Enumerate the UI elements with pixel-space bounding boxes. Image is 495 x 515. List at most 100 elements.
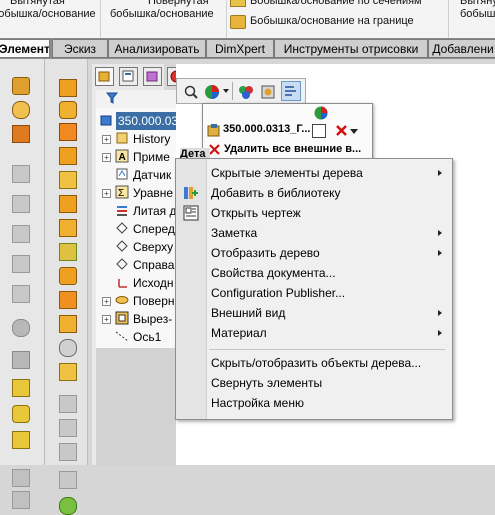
ribbon-loft-label[interactable]: Бобышка/основание по сечениям <box>250 0 422 8</box>
library-add-icon <box>184 187 198 199</box>
menu-item-customize-menu[interactable]: Настройка меню <box>211 393 304 413</box>
ribbon-extrude-line2[interactable]: бобышка/основание <box>0 8 96 21</box>
menu-item-appearance[interactable]: Внешний вид <box>211 303 285 323</box>
ribbon-extrude2-line1[interactable]: Вытянута <box>460 0 495 8</box>
revolve-icon[interactable] <box>12 101 30 119</box>
tab-addins[interactable]: Добавлени <box>428 39 495 58</box>
expand-icon[interactable]: + <box>102 297 111 306</box>
submenu-arrow-icon <box>438 170 442 176</box>
cut-sweep-icon[interactable] <box>12 225 30 243</box>
mirror-icon[interactable] <box>12 491 30 509</box>
tree-item-label: Сперед <box>133 222 175 236</box>
submenu-arrow-icon <box>438 330 442 336</box>
cut-revolve-icon[interactable] <box>12 195 30 213</box>
combine-icon[interactable] <box>59 395 77 413</box>
decals-icon[interactable] <box>259 83 277 101</box>
menu-item-material[interactable]: Материал <box>211 323 267 343</box>
loft-icon[interactable] <box>59 101 77 119</box>
scene-icon[interactable] <box>237 83 255 101</box>
delete-icon[interactable] <box>334 123 349 138</box>
svg-text:A: A <box>119 152 126 163</box>
loft-icon[interactable] <box>230 0 246 7</box>
pattern-icon[interactable] <box>12 469 30 487</box>
curves-icon[interactable] <box>59 471 77 489</box>
expand-icon[interactable]: + <box>102 189 111 198</box>
tree-item-label: History <box>133 132 171 146</box>
menu-item-tree-display[interactable]: Отобразить дерево <box>211 243 320 263</box>
menu-item-collapse-items[interactable]: Свернуть элементы <box>211 373 322 393</box>
tree-item-label: Датчик <box>133 168 172 182</box>
tab-sketch-ink[interactable]: Инструменты отрисовки <box>274 39 428 58</box>
tab-evaluate[interactable]: Анализировать <box>108 39 206 58</box>
featuremanager-tab[interactable] <box>95 67 114 86</box>
submenu-arrow-icon <box>438 230 442 236</box>
intersect-icon[interactable] <box>59 419 77 437</box>
freeform-icon[interactable] <box>59 363 77 381</box>
expand-icon[interactable]: + <box>102 153 111 162</box>
sweep-icon[interactable] <box>12 125 30 143</box>
tree-item-label: Ось1 <box>133 330 162 344</box>
cut-icon[interactable] <box>12 165 30 183</box>
hole-icon[interactable] <box>59 123 77 141</box>
ribbon-extrude2-line2[interactable]: бобышка <box>460 8 495 21</box>
part-name[interactable]: 350.000.0313_Г... <box>223 123 310 135</box>
expand-icon[interactable]: + <box>102 315 111 324</box>
drawing-icon <box>183 205 199 221</box>
filter-icon[interactable] <box>106 92 118 104</box>
extrude-icon[interactable] <box>12 77 30 95</box>
annotations-icon: A <box>115 149 129 163</box>
split-icon[interactable] <box>59 291 77 309</box>
boss-icon[interactable] <box>59 79 77 97</box>
ref-geometry-icon[interactable] <box>59 497 77 515</box>
appearance-icon[interactable] <box>203 83 221 101</box>
left-toolbar-secondary <box>45 59 88 515</box>
move-face-icon[interactable] <box>59 267 77 285</box>
tangent-edges-toggle[interactable] <box>281 81 301 101</box>
tab-sketch[interactable]: Эскиз <box>52 39 108 58</box>
submenu-arrow-icon <box>438 250 442 256</box>
indent-icon[interactable] <box>59 315 77 333</box>
ribbon-extrude-line1[interactable]: Вытянутая <box>10 0 65 8</box>
draft-icon[interactable] <box>12 431 30 449</box>
delete-body-icon[interactable] <box>59 339 77 357</box>
wrap-icon[interactable] <box>59 195 77 213</box>
expand-icon[interactable]: + <box>102 135 111 144</box>
search-icon[interactable] <box>183 84 199 100</box>
menu-item-add-to-library[interactable]: Добавить в библиотеку <box>211 183 341 203</box>
boundary-boss-icon[interactable] <box>230 15 246 29</box>
appearance-icon[interactable] <box>313 105 329 121</box>
revolve-feature-icon <box>115 296 129 304</box>
ribbon-revolve-line2[interactable]: бобышка/основание <box>110 8 214 21</box>
thicken-icon[interactable] <box>59 219 77 237</box>
menu-item-hide-show-tree-items[interactable]: Скрыть/отобразить объекты дерева... <box>211 353 421 373</box>
menu-item-hidden-tree-items[interactable]: Скрытые элементы дерева <box>211 163 363 183</box>
chamfer-icon[interactable] <box>12 351 30 369</box>
propertymanager-tab[interactable] <box>119 67 138 86</box>
tab-dimxpert[interactable]: DimXpert <box>206 39 274 58</box>
menu-item-open-drawing[interactable]: Открыть чертеж <box>211 203 301 223</box>
cut-boundary-icon[interactable] <box>12 285 30 303</box>
history-icon <box>116 132 128 144</box>
ribbon-revolve-line1[interactable]: Повернутая <box>148 0 209 8</box>
fillet-icon[interactable] <box>12 319 30 337</box>
menu-item-document-properties[interactable]: Свойства документа... <box>211 263 336 283</box>
chevron-down-icon[interactable] <box>350 129 358 134</box>
rib-icon[interactable] <box>12 379 30 397</box>
flex-icon[interactable] <box>59 171 77 189</box>
chevron-down-icon[interactable] <box>223 89 229 93</box>
scale-icon[interactable] <box>59 443 77 461</box>
cut-loft-icon[interactable] <box>12 255 30 273</box>
tree-item-label: Уравне <box>133 186 174 200</box>
dome-icon[interactable] <box>59 147 77 165</box>
color-swatch[interactable] <box>312 124 326 138</box>
menu-item-note[interactable]: Заметка <box>211 223 257 243</box>
ribbon-boundary-label[interactable]: Бобышка/основание на границе <box>250 15 414 28</box>
menu-item-configuration-publisher[interactable]: Configuration Publisher... <box>211 283 345 303</box>
configurationmanager-tab[interactable] <box>143 67 162 86</box>
shell-icon[interactable] <box>12 405 30 423</box>
delete-external-refs[interactable]: Удалить все внешние в... <box>224 143 361 155</box>
left-toolbar <box>0 59 45 509</box>
tab-features[interactable]: Элементы <box>0 39 50 58</box>
material-icon <box>117 206 127 216</box>
plane-icon[interactable] <box>59 243 77 261</box>
